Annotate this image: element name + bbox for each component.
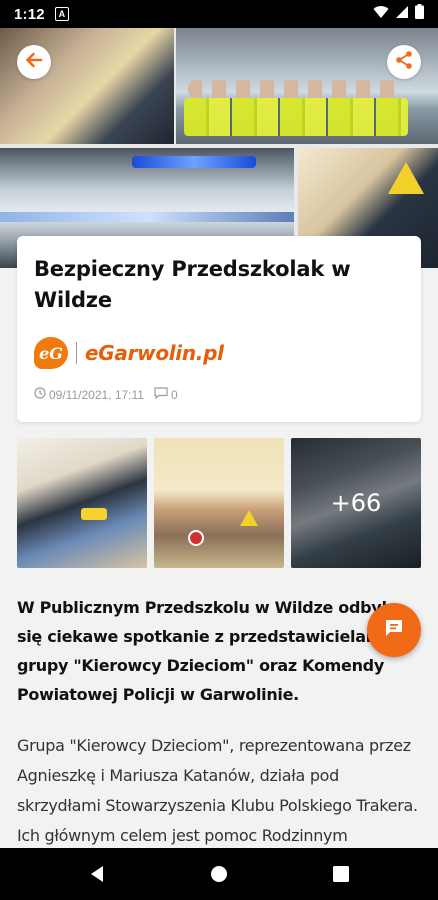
clock-icon	[34, 387, 49, 402]
wifi-icon	[373, 5, 389, 24]
source-name: eGarwolin.pl	[85, 341, 224, 365]
article-date: 09/11/2021, 17:11	[49, 387, 144, 402]
source-logo[interactable]: eG eGarwolin.pl	[34, 336, 404, 370]
signal-icon	[395, 5, 409, 24]
article-header-card: Bezpieczny Przedszkolak w Wildze eG eGar…	[17, 236, 421, 422]
system-navigation-bar	[0, 848, 438, 900]
nav-recents-icon[interactable]	[330, 863, 352, 885]
arrow-left-icon	[24, 50, 44, 75]
status-bar: 1:12 A	[0, 0, 438, 28]
gallery-thumbnail[interactable]	[154, 438, 284, 568]
comments-count: 0	[170, 387, 178, 402]
back-button[interactable]	[17, 45, 51, 79]
article-title: Bezpieczny Przedszkolak w Wildze	[34, 257, 351, 312]
photo-detail	[184, 98, 408, 136]
photo-detail	[132, 156, 256, 168]
photo-detail	[0, 212, 294, 222]
hero-photo-mosaic[interactable]	[0, 28, 438, 268]
share-icon	[394, 50, 414, 75]
battery-icon	[415, 4, 424, 24]
article-meta: 09/11/2021, 17:11 0	[34, 387, 404, 402]
photo-gallery: +66	[17, 438, 421, 568]
comments-fab-button[interactable]	[367, 603, 421, 657]
nav-home-icon[interactable]	[208, 863, 230, 885]
comments-count-link[interactable]: 0	[154, 387, 178, 402]
gallery-thumbnail[interactable]	[17, 438, 147, 568]
article-body: W Publicznym Przedszkolu w Wildze odbyło…	[17, 593, 421, 851]
photo-detail	[188, 530, 204, 546]
more-photos-overlay: +66	[291, 438, 421, 568]
status-time: 1:12	[14, 5, 45, 23]
article-paragraph: Grupa "Kierowcy Dzieciom", reprezentowan…	[17, 736, 418, 845]
photo-detail	[240, 510, 258, 526]
status-icons	[373, 4, 424, 24]
notification-app-icon: A	[54, 7, 69, 21]
photo-detail	[388, 162, 424, 194]
article-lead: W Publicznym Przedszkolu w Wildze odbyło…	[17, 598, 398, 704]
share-button[interactable]	[387, 45, 421, 79]
divider	[76, 342, 77, 364]
photo-detail	[81, 508, 107, 520]
nav-back-icon[interactable]	[86, 863, 108, 885]
egarwolin-logo-icon: eG	[34, 337, 68, 369]
hero-photo-classroom[interactable]	[0, 28, 174, 144]
photo-detail	[188, 80, 404, 98]
comment-icon	[154, 387, 171, 402]
gallery-more-thumbnail[interactable]: +66	[291, 438, 421, 568]
chat-bubble-icon	[383, 617, 405, 644]
more-photos-count: +66	[330, 489, 382, 517]
